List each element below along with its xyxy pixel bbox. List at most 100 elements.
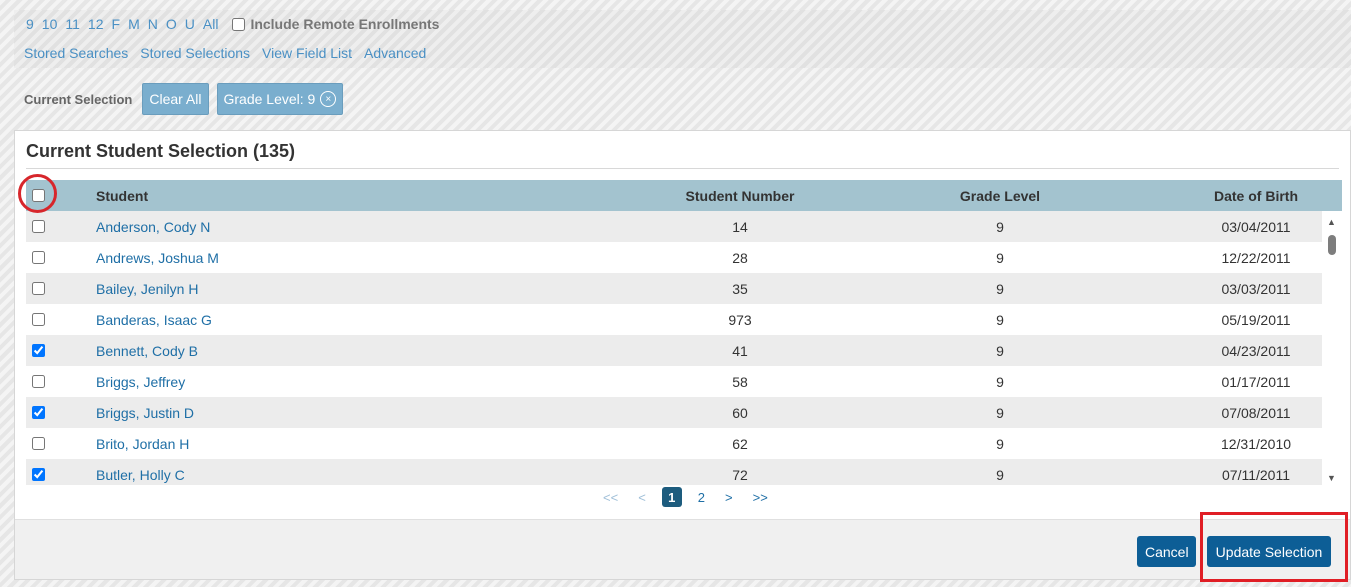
first-page-link[interactable]: << — [603, 490, 618, 505]
row-select-cell — [30, 428, 46, 459]
page-2-link[interactable]: 2 — [698, 490, 705, 505]
clear-all-button[interactable]: Clear All — [142, 83, 209, 115]
student-number-cell: 60 — [732, 404, 748, 421]
student-number-cell: 14 — [732, 218, 748, 235]
date-of-birth-cell: 07/11/2011 — [1222, 466, 1290, 483]
grade-level-cell: 9 — [996, 373, 1004, 390]
column-header-grade-level[interactable]: Grade Level — [900, 180, 1100, 211]
alpha-filter-link[interactable]: 10 — [42, 16, 58, 32]
dialog-footer: Cancel Update Selection — [15, 519, 1350, 579]
student-number-cell: 58 — [732, 373, 748, 390]
row-select-checkbox[interactable] — [31, 251, 45, 264]
table-header: Student Student Number Grade Level Date … — [26, 180, 1342, 211]
include-remote-label: Include Remote Enrollments — [250, 16, 440, 32]
grade-level-cell: 9 — [996, 342, 1004, 359]
student-name-link[interactable]: Briggs, Justin D — [96, 397, 194, 428]
cancel-button[interactable]: Cancel — [1137, 536, 1196, 567]
page-1-link[interactable]: 1 — [661, 487, 682, 507]
last-page-link[interactable]: >> — [753, 490, 768, 505]
row-select-checkbox[interactable] — [31, 375, 45, 388]
date-of-birth-cell: 12/22/2011 — [1221, 249, 1291, 266]
table-row: Butler, Holly C 72 9 07/11/2011 — [26, 459, 1322, 485]
alpha-filter-link[interactable]: All — [203, 16, 219, 32]
search-links-row: Stored Searches Stored Selections View Fie… — [24, 45, 438, 61]
stored-searches-link[interactable]: Stored Searches — [24, 45, 128, 61]
grade-level-cell: 9 — [996, 280, 1004, 297]
row-select-cell — [30, 304, 46, 335]
alpha-filter-link[interactable]: O — [166, 16, 177, 32]
alpha-filter-link[interactable]: U — [185, 16, 195, 32]
row-select-checkbox[interactable] — [31, 282, 45, 295]
grade-level-cell: 9 — [996, 435, 1004, 452]
remove-filter-icon[interactable]: × — [320, 91, 337, 107]
row-select-checkbox[interactable] — [31, 468, 45, 481]
filter-panel: 9 10 11 12 F M N O U All Include Remote Enrollmen… — [14, 10, 1351, 68]
row-select-checkbox[interactable] — [31, 313, 45, 326]
next-page-link[interactable]: > — [725, 490, 733, 505]
stored-selections-link[interactable]: Stored Selections — [140, 45, 250, 61]
student-selection-dialog: Current Student Selection (135) Student … — [14, 130, 1351, 580]
date-of-birth-cell: 04/23/2011 — [1221, 342, 1291, 359]
table-row: Briggs, Justin D 60 9 07/08/2011 — [26, 397, 1322, 428]
table-row: Anderson, Cody N 14 9 03/04/2011 — [26, 211, 1322, 242]
student-name-link[interactable]: Andrews, Joshua M — [96, 242, 219, 273]
dialog-title: Current Student Selection (135) — [26, 141, 296, 161]
grade-level-chip-label: Grade Level: 9 — [223, 91, 316, 107]
scroll-thumb[interactable] — [1328, 235, 1336, 255]
alpha-filter-link[interactable]: 12 — [88, 16, 104, 32]
grade-level-filter-chip: Grade Level: 9 × — [216, 83, 344, 115]
grade-level-cell: 9 — [996, 311, 1004, 328]
row-select-cell — [30, 273, 46, 304]
row-select-checkbox[interactable] — [31, 220, 45, 233]
alpha-filter-link[interactable]: 11 — [65, 16, 80, 32]
view-field-list-link[interactable]: View Field List — [262, 45, 352, 61]
table-row: Bailey, Jenilyn H 35 9 03/03/2011 — [26, 273, 1322, 304]
date-of-birth-cell: 01/17/2011 — [1221, 373, 1291, 390]
row-select-checkbox[interactable] — [31, 344, 45, 357]
row-select-cell — [30, 335, 46, 366]
grade-level-cell: 9 — [996, 218, 1004, 235]
row-select-cell — [30, 366, 46, 397]
student-name-link[interactable]: Anderson, Cody N — [96, 211, 210, 242]
alpha-filter-link[interactable]: M — [128, 16, 140, 32]
student-name-link[interactable]: Briggs, Jeffrey — [96, 366, 185, 397]
grade-level-cell: 9 — [996, 466, 1004, 483]
prev-page-link[interactable]: < — [638, 490, 646, 505]
select-all-cell — [30, 180, 46, 211]
pagination: << < 1 2 > >> — [593, 487, 778, 507]
alpha-filter-link[interactable]: F — [112, 16, 121, 32]
advanced-link[interactable]: Advanced — [364, 45, 426, 61]
date-of-birth-cell: 03/04/2011 — [1221, 218, 1291, 235]
student-name-link[interactable]: Bailey, Jenilyn H — [96, 273, 198, 304]
date-of-birth-cell: 03/03/2011 — [1221, 280, 1291, 297]
student-number-cell: 72 — [732, 466, 748, 483]
row-select-checkbox[interactable] — [31, 406, 45, 419]
alpha-filter-link[interactable]: N — [148, 16, 158, 32]
student-number-cell: 973 — [728, 311, 752, 328]
table-row: Brito, Jordan H 62 9 12/31/2010 — [26, 428, 1322, 459]
alpha-filter-row: 9 10 11 12 F M N O U All Include Remote Enrollmen… — [26, 16, 439, 32]
student-number-cell: 35 — [732, 280, 748, 297]
include-remote-checkbox[interactable] — [232, 17, 246, 31]
column-header-student-number[interactable]: Student Number — [640, 180, 840, 211]
student-name-link[interactable]: Banderas, Isaac G — [96, 304, 212, 335]
student-name-link[interactable]: Butler, Holly C — [96, 459, 185, 485]
select-all-checkbox[interactable] — [31, 189, 45, 202]
column-header-date-of-birth[interactable]: Date of Birth — [1156, 180, 1351, 211]
row-select-cell — [30, 211, 46, 242]
alpha-filter-link[interactable]: 9 — [26, 16, 34, 32]
table-scrollbar[interactable]: ▲ ▼ — [1324, 211, 1340, 485]
scroll-up-icon[interactable]: ▲ — [1327, 217, 1336, 227]
row-select-checkbox[interactable] — [31, 437, 45, 450]
student-name-link[interactable]: Brito, Jordan H — [96, 428, 189, 459]
table-row: Banderas, Isaac G 973 9 05/19/2011 — [26, 304, 1322, 335]
include-remote-option[interactable]: Include Remote Enrollments — [232, 16, 439, 32]
table-row: Bennett, Cody B 41 9 04/23/2011 — [26, 335, 1322, 366]
student-number-cell: 41 — [732, 342, 748, 359]
table-row: Briggs, Jeffrey 58 9 01/17/2011 — [26, 366, 1322, 397]
update-selection-button[interactable]: Update Selection — [1207, 536, 1331, 567]
scroll-down-icon[interactable]: ▼ — [1327, 473, 1336, 483]
student-name-link[interactable]: Bennett, Cody B — [96, 335, 198, 366]
column-header-student[interactable]: Student — [96, 180, 148, 211]
current-selection-label: Current Selection — [24, 91, 133, 107]
